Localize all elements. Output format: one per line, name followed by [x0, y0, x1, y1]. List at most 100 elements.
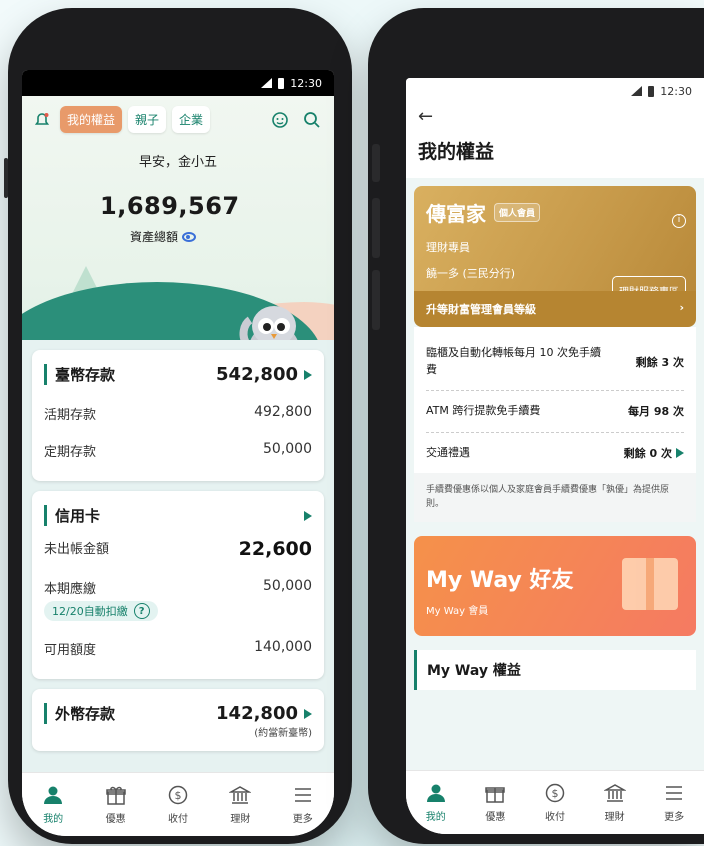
- tab-wealth[interactable]: 理財: [214, 784, 266, 825]
- card-header: 信用卡: [44, 505, 312, 526]
- info-icon[interactable]: i: [672, 214, 686, 228]
- page-title: 我的權益: [418, 141, 495, 163]
- benefit-label: ATM 跨行提款免手續費: [426, 404, 541, 417]
- card-amount-row: 142,800: [216, 703, 312, 724]
- list-item: 活期存款 492,800: [44, 395, 312, 432]
- tab-more[interactable]: 更多: [277, 784, 329, 825]
- autopay-text: 12/20自動扣繳: [52, 605, 128, 618]
- tab-wealth[interactable]: 理財: [589, 782, 641, 823]
- bank-icon: [603, 784, 626, 802]
- list-item: 定期存款 50,000: [44, 432, 312, 469]
- top-nav: 我的權益 親子 企業: [22, 96, 334, 143]
- card-subtext: (約當新臺幣): [254, 728, 312, 739]
- battery-icon: [648, 85, 655, 97]
- svg-text:$: $: [174, 789, 181, 802]
- card-amount: 542,800: [216, 364, 298, 385]
- myway-card: My Way 好友 My Way 會員: [414, 535, 696, 636]
- eye-icon[interactable]: [182, 231, 197, 242]
- tab-label: 理財: [230, 814, 251, 825]
- upgrade-label: 升等財富管理會員等級: [426, 303, 536, 316]
- phone-right: 12:30 ← 我的權益 傳富家 個人會員 i 理財專員 饒一多 (三民分行) …: [368, 8, 704, 844]
- account-summary: 臺幣存款 542,800 活期存款 492,800 定期存款 50,000 信用…: [22, 340, 334, 780]
- card-title-row: 傳富家 個人會員: [426, 198, 684, 227]
- card-amount-row: 542,800: [216, 364, 312, 385]
- tab-label: 我的: [43, 814, 64, 825]
- status-bar: 12:30: [22, 70, 334, 96]
- tab-offers[interactable]: 優惠: [469, 782, 521, 823]
- list-item: 可用額度 140,000: [44, 630, 312, 667]
- tab-more[interactable]: 更多: [648, 782, 700, 823]
- row-label: 活期存款: [44, 408, 97, 423]
- play-arrow-icon[interactable]: [676, 447, 684, 458]
- benefit-value: 每月 98 次: [628, 405, 684, 419]
- row-label: 可用額度: [44, 643, 97, 658]
- foreign-deposit-card[interactable]: 外幣存款 142,800 (約當新臺幣): [32, 689, 324, 751]
- tab-label: 我的: [425, 812, 446, 823]
- bank-icon: [229, 786, 252, 804]
- nav-tab-enterprise[interactable]: 企業: [172, 106, 211, 133]
- total-assets-label: 資產總額: [130, 230, 179, 244]
- tab-label: 收付: [167, 814, 188, 825]
- advisor-label: 理財專員: [426, 241, 470, 254]
- row-value: 22,600: [238, 538, 312, 560]
- greeting: 早安，金小五: [138, 155, 217, 170]
- tab-label: 優惠: [485, 812, 506, 823]
- twd-deposit-card[interactable]: 臺幣存款 542,800 活期存款 492,800 定期存款 50,000: [32, 350, 324, 481]
- tab-mine[interactable]: 我的: [27, 784, 79, 825]
- tab-payments[interactable]: $ 收付: [152, 784, 204, 825]
- list-item[interactable]: 交通禮遇 剩餘 0 次: [426, 433, 684, 474]
- search-icon[interactable]: [302, 110, 322, 130]
- side-button: [372, 198, 380, 258]
- benefit-value-row: 剩餘 0 次: [624, 445, 684, 461]
- wealth-member-card: 傳富家 個人會員 i 理財專員 饒一多 (三民分行) 理財服務專區: [414, 186, 696, 291]
- card-title: 臺幣存款: [44, 364, 115, 385]
- battery-icon: [278, 77, 285, 89]
- play-arrow-icon[interactable]: [304, 369, 312, 380]
- tab-offers[interactable]: 優惠: [90, 784, 142, 825]
- nav-tab-family[interactable]: 親子: [128, 106, 167, 133]
- due-label-group: 本期應繳 12/20自動扣繳 ?: [44, 578, 158, 621]
- dollar-coin-icon: $: [168, 785, 188, 805]
- tab-label: 優惠: [105, 814, 126, 825]
- support-agent-icon[interactable]: [270, 110, 290, 130]
- play-arrow-icon[interactable]: [304, 510, 312, 521]
- benefit-value: 剩餘 0 次: [623, 446, 672, 460]
- row-value: 492,800: [254, 404, 312, 420]
- tab-label: 更多: [664, 812, 685, 823]
- row-value: 50,000: [263, 441, 312, 457]
- nav-tab-my-benefits[interactable]: 我的權益: [60, 106, 123, 133]
- row-label: 本期應繳: [44, 582, 97, 597]
- tab-mine[interactable]: 我的: [410, 782, 462, 823]
- fee-note: 手續費優惠係以個人及家庭會員手續費優惠「孰優」為提供原則。: [414, 473, 696, 522]
- person-icon: [426, 784, 445, 802]
- wealth-service-button[interactable]: 理財服務專區: [612, 276, 686, 291]
- list-item: 臨櫃及自動化轉帳每月 10 次免手續費 剩餘 3 次: [426, 333, 684, 391]
- list-item: ATM 跨行提款免手續費 每月 98 次: [426, 391, 684, 433]
- question-icon[interactable]: ?: [133, 603, 150, 619]
- side-button: [4, 158, 8, 198]
- status-time: 12:30: [290, 76, 322, 90]
- tab-label: 更多: [292, 814, 313, 825]
- benefit-value: 剩餘 3 次: [635, 355, 684, 369]
- credit-card-card[interactable]: 信用卡 未出帳金額 22,600 本期應繳 12/20自動扣繳 ? 50,000…: [32, 491, 324, 679]
- upgrade-membership-button[interactable]: 升等財富管理會員等級 ›: [414, 291, 696, 327]
- back-arrow-icon[interactable]: ←: [406, 104, 704, 129]
- list-item: 未出帳金額 22,600: [44, 536, 312, 569]
- person-icon: [44, 786, 63, 804]
- benefits-content: 傳富家 個人會員 i 理財專員 饒一多 (三民分行) 理財服務專區 升等財富管理…: [406, 178, 704, 778]
- card-header: 臺幣存款 542,800: [44, 364, 312, 385]
- menu-icon: [666, 786, 683, 800]
- list-item: 本期應繳 12/20自動扣繳 ? 50,000: [44, 569, 312, 630]
- phone-left: 12:30 我的權益 親子 企業 早安，金小五 1,689,567 資產總額 臺…: [4, 8, 352, 844]
- total-assets: 1,689,567: [100, 192, 240, 220]
- bell-icon[interactable]: [34, 112, 50, 128]
- status-time: 12:30: [660, 84, 692, 98]
- play-arrow-icon[interactable]: [304, 708, 312, 719]
- tab-payments[interactable]: $ 收付: [529, 782, 581, 823]
- card-amount: 142,800: [216, 703, 298, 724]
- myway-benefits-heading: My Way 權益: [414, 649, 696, 690]
- total-assets-label-row: 資產總額: [22, 228, 334, 245]
- row-label: 未出帳金額: [44, 542, 110, 557]
- side-button: [372, 270, 380, 330]
- gift-icon: [105, 786, 126, 805]
